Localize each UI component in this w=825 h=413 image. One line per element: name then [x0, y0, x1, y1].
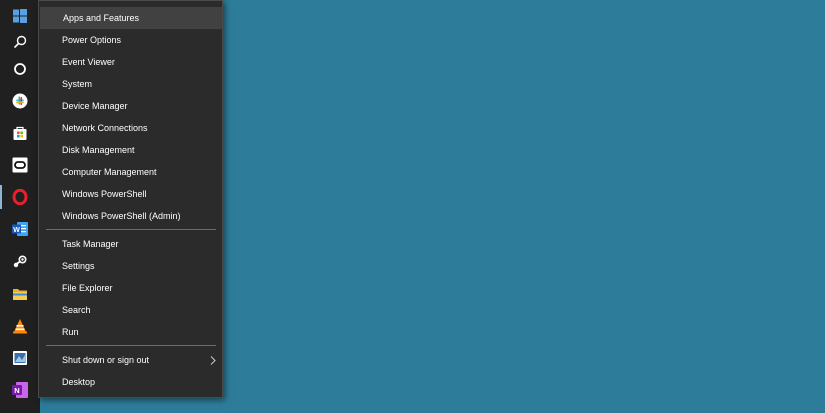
taskbar-app[interactable]: [0, 342, 40, 374]
menu-item-device-manager[interactable]: Device Manager: [39, 95, 222, 117]
menu-item-computer-management[interactable]: Computer Management: [39, 161, 222, 183]
menu-item-windows-powershell[interactable]: Windows PowerShell: [39, 183, 222, 205]
menu-item-power-options[interactable]: Power Options: [39, 29, 222, 51]
taskbar-oculus[interactable]: [0, 149, 40, 181]
winx-context-menu: Apps and Features Power Options Event Vi…: [38, 0, 223, 398]
taskbar-vlc[interactable]: [0, 310, 40, 342]
menu-item-windows-powershell-admin[interactable]: Windows PowerShell (Admin): [39, 205, 222, 227]
svg-text:W: W: [13, 227, 20, 234]
menu-item-apps-and-features[interactable]: Apps and Features: [40, 7, 222, 29]
menu-item-desktop[interactable]: Desktop: [39, 371, 222, 393]
menu-item-search[interactable]: Search: [39, 299, 222, 321]
menu-separator: [46, 229, 216, 230]
menu-separator: [46, 345, 216, 346]
active-indicator: [0, 185, 2, 209]
svg-text:N: N: [14, 386, 19, 395]
app-icon: [13, 351, 27, 365]
onenote-icon: N: [12, 382, 28, 398]
taskbar-word[interactable]: W: [0, 213, 40, 245]
menu-item-task-manager[interactable]: Task Manager: [39, 233, 222, 255]
menu-item-network-connections[interactable]: Network Connections: [39, 117, 222, 139]
slack-icon: [12, 93, 28, 109]
vlc-icon: [13, 319, 27, 334]
steam-icon: [13, 255, 27, 268]
taskbar-opera[interactable]: [0, 181, 40, 213]
menu-item-disk-management[interactable]: Disk Management: [39, 139, 222, 161]
menu-item-settings[interactable]: Settings: [39, 255, 222, 277]
menu-item-system[interactable]: System: [39, 73, 222, 95]
taskbar-slack[interactable]: [0, 85, 40, 117]
taskbar-file-explorer[interactable]: [0, 278, 40, 310]
taskbar-steam[interactable]: [0, 246, 40, 278]
menu-item-event-viewer[interactable]: Event Viewer: [39, 51, 222, 73]
microsoft-store-icon: [13, 126, 27, 140]
cortana-button[interactable]: [0, 53, 40, 85]
menu-item-file-explorer[interactable]: File Explorer: [39, 277, 222, 299]
oculus-icon: [12, 157, 28, 173]
menu-item-run[interactable]: Run: [39, 321, 222, 343]
taskbar: W N: [0, 0, 40, 413]
windows-start-icon: [13, 9, 27, 23]
taskbar-microsoft-store[interactable]: [0, 117, 40, 149]
word-icon: W: [12, 222, 28, 236]
taskbar-onenote[interactable]: N: [0, 374, 40, 406]
cortana-icon: [14, 63, 26, 75]
search-icon: [13, 35, 27, 49]
chevron-right-icon: [210, 349, 216, 371]
menu-item-shut-down-or-sign-out[interactable]: Shut down or sign out: [39, 349, 222, 371]
opera-icon: [12, 189, 28, 205]
menu-item-label: Shut down or sign out: [62, 355, 150, 365]
file-explorer-icon: [13, 289, 27, 300]
